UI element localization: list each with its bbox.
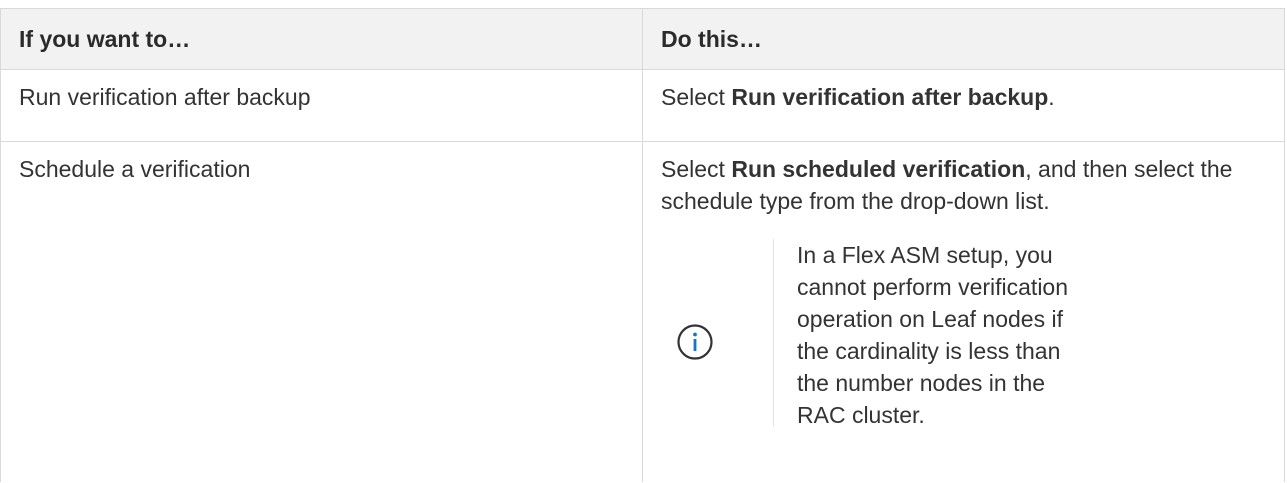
options-table: If you want to… Do this… Run verificatio… <box>0 8 1285 482</box>
instruction-prefix: Select <box>661 84 732 110</box>
info-circle-icon <box>676 323 714 361</box>
cell-do: Select Run verification after backup. <box>642 69 1285 142</box>
instruction-suffix: . <box>1048 84 1055 110</box>
option-name: Run verification after backup <box>731 84 1049 110</box>
note-divider <box>773 239 774 427</box>
cell-want: Run verification after backup <box>0 69 643 142</box>
option-name: Run scheduled verification <box>731 156 1026 182</box>
instruction-text: Select Run scheduled verification, and t… <box>661 153 1266 217</box>
note-admonition: In a Flex ASM setup, you cannot perform … <box>661 235 1266 428</box>
options-table-container: If you want to… Do this… Run verificatio… <box>0 8 1285 482</box>
cell-want: Schedule a verification <box>0 141 643 482</box>
instruction-prefix: Select <box>661 156 732 182</box>
column-header-want: If you want to… <box>0 8 643 70</box>
table-row: Schedule a verification Select Run sched… <box>0 141 1285 482</box>
cell-do: Select Run scheduled verification, and t… <box>642 141 1285 482</box>
table-header-row: If you want to… Do this… <box>0 8 1285 70</box>
note-text: In a Flex ASM setup, you cannot perform … <box>797 242 1069 428</box>
table-row: Run verification after backup Select Run… <box>0 69 1285 142</box>
column-header-do: Do this… <box>642 8 1285 70</box>
